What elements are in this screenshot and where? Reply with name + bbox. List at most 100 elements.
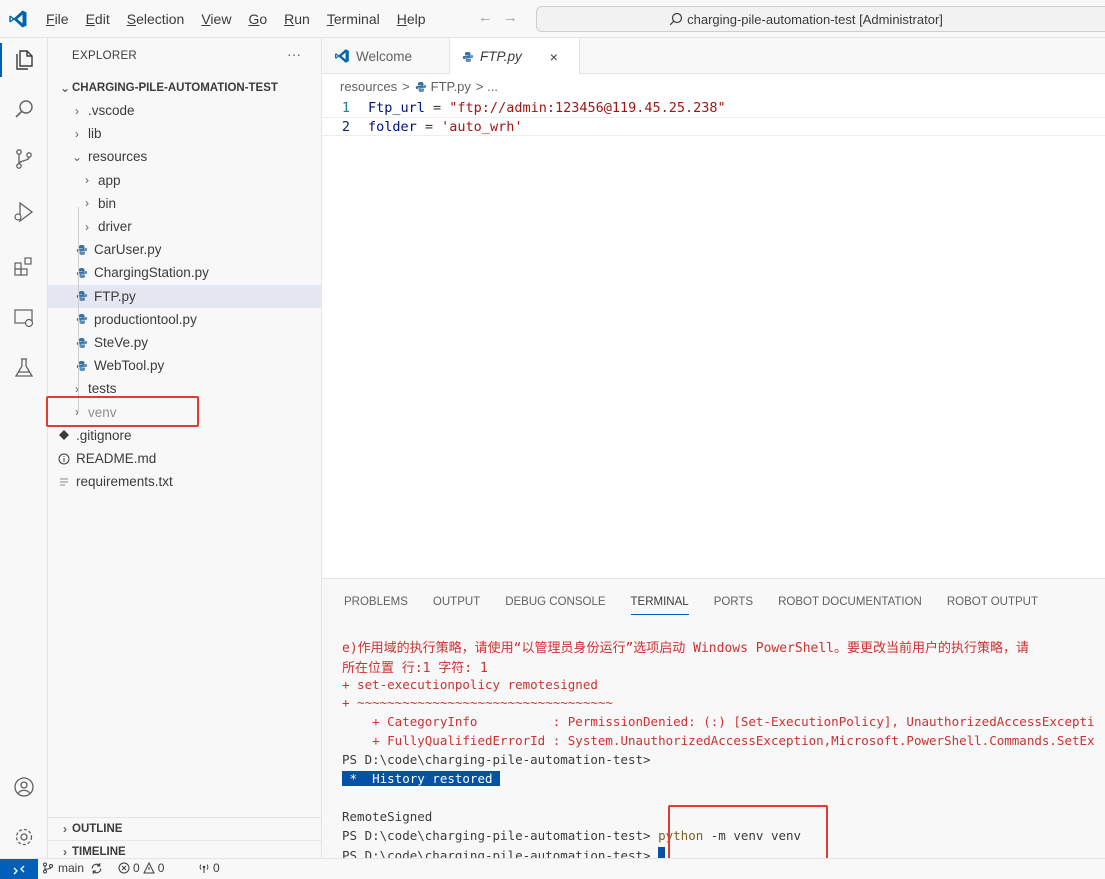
chevron-down-icon: ⌄ xyxy=(71,149,83,164)
menu-mnemonic: F xyxy=(46,11,55,27)
tree-item-label: resources xyxy=(88,149,148,165)
timeline-label: TIMELINE xyxy=(72,846,126,858)
chevron-right-icon: › xyxy=(75,381,79,396)
remote-explorer-icon[interactable] xyxy=(10,304,38,332)
tree-folder[interactable]: › app xyxy=(48,169,322,192)
workspace-root[interactable]: ⌄ CHARGING-PILE-AUTOMATION-TEST xyxy=(48,76,322,99)
warning-icon xyxy=(142,862,155,874)
manage-gear-icon[interactable] xyxy=(10,823,38,851)
search-view-icon[interactable] xyxy=(10,96,38,124)
menu-item[interactable]: Edit xyxy=(86,11,118,27)
menu-item[interactable]: View xyxy=(201,11,239,27)
branch-indicator[interactable]: main xyxy=(42,861,103,875)
tree-file[interactable]: WebTool.py xyxy=(48,354,322,377)
terminal-prompt-line: PS D:\code\charging-pile-automation-test… xyxy=(342,752,651,767)
tab-debug-console[interactable]: DEBUG CONSOLE xyxy=(505,596,605,615)
chevron-right-icon: › xyxy=(85,196,89,211)
accounts-icon[interactable] xyxy=(10,773,38,801)
ports-indicator[interactable]: 0 xyxy=(198,861,220,875)
python-file-icon xyxy=(415,81,426,92)
code-editor[interactable]: 1 Ftp_url = "ftp://admin:123456@119.45.2… xyxy=(322,98,1105,136)
tree-item-label: CarUser.py xyxy=(94,242,162,258)
run-debug-icon[interactable] xyxy=(10,198,38,226)
menu-label: iew xyxy=(210,11,232,27)
source-control-icon[interactable] xyxy=(10,145,38,173)
menu-mnemonic: T xyxy=(326,11,334,27)
tab-welcome[interactable]: Welcome xyxy=(322,38,450,74)
code-operator: = xyxy=(424,99,450,116)
panel-tabs: PROBLEMS OUTPUT DEBUG CONSOLE TERMINAL P… xyxy=(344,596,1063,615)
chevron-right-icon: › xyxy=(63,845,67,859)
chevron-right-icon: › xyxy=(75,103,79,118)
tree-item-label: productiontool.py xyxy=(94,311,197,327)
tab-terminal[interactable]: TERMINAL xyxy=(630,596,689,615)
extensions-icon[interactable] xyxy=(10,253,38,281)
menu-item[interactable]: Help xyxy=(397,11,434,27)
command-center-search[interactable]: charging-pile-automation-test [Administr… xyxy=(536,6,1105,32)
nav-arrows[interactable]: ←→ xyxy=(478,9,528,26)
outline-section[interactable]: › OUTLINE xyxy=(48,817,322,840)
tree-folder[interactable]: › lib xyxy=(48,122,322,145)
problems-indicator[interactable]: 0 0 xyxy=(118,861,164,875)
explorer-sidebar: EXPLORER ··· ⌄ CHARGING-PILE-AUTOMATION-… xyxy=(46,38,322,859)
menu-item[interactable]: Terminal xyxy=(327,11,388,27)
tree-folder[interactable]: › bin xyxy=(48,192,322,215)
breadcrumb-file[interactable]: FTP.py xyxy=(431,79,471,94)
tree-file[interactable]: productiontool.py xyxy=(48,308,322,331)
tab-robot-output[interactable]: ROBOT OUTPUT xyxy=(947,596,1038,615)
tree-folder[interactable]: ⌄ resources xyxy=(48,145,322,168)
menu-item[interactable]: Selection xyxy=(127,11,193,27)
chevron-right-icon: › xyxy=(85,219,89,234)
outline-label: OUTLINE xyxy=(72,823,123,835)
testing-icon[interactable] xyxy=(10,354,38,382)
tree-folder[interactable]: › .vscode xyxy=(48,99,322,122)
explorer-more-actions[interactable]: ··· xyxy=(287,46,301,62)
history-restored-badge: * History restored xyxy=(342,771,501,786)
chevron-down-icon: ⌄ xyxy=(59,80,71,95)
explorer-icon[interactable] xyxy=(10,46,38,74)
git-diamond-icon xyxy=(58,429,76,441)
vscode-logo-icon xyxy=(335,49,349,63)
tree-file[interactable]: FTP.py xyxy=(48,284,322,308)
remote-indicator[interactable] xyxy=(0,859,38,879)
terminal-error-line: 所在位置 行:1 字符: 1 xyxy=(342,661,488,676)
chevron-right-icon: › xyxy=(75,126,79,141)
sync-icon[interactable] xyxy=(90,862,103,875)
menu-label: election xyxy=(136,11,185,27)
terminal-error-line: e)作用域的执行策略，请使用“以管理员身份运行”选项启动 Windows Pow… xyxy=(342,641,1030,656)
tree-file[interactable]: CarUser.py xyxy=(48,238,322,261)
tree-folder[interactable]: › driver xyxy=(48,215,322,238)
tab-ports[interactable]: PORTS xyxy=(714,596,753,615)
menu-mnemonic: S xyxy=(126,11,137,27)
line-number: 2 xyxy=(341,118,350,135)
tree-file[interactable]: README.md xyxy=(48,447,322,470)
tree-file[interactable]: .gitignore xyxy=(48,424,322,447)
info-icon xyxy=(58,453,76,465)
warning-count: 0 xyxy=(157,861,165,875)
tab-ftp-py[interactable]: FTP.py × xyxy=(450,38,580,75)
menu-item[interactable]: File xyxy=(46,11,77,27)
tree-file[interactable]: requirements.txt xyxy=(48,470,322,493)
broadcast-icon xyxy=(199,864,209,873)
terminal-error-line: + ~~~~~~~~~~~~~~~~~~~~~~~~~~~~~~~~~~ xyxy=(342,695,613,710)
tab-robot-documentation[interactable]: ROBOT DOCUMENTATION xyxy=(778,596,922,615)
tree-item-label: driver xyxy=(98,219,132,234)
tree-item-label: README.md xyxy=(76,451,157,466)
tree-file[interactable]: SteVe.py xyxy=(48,331,322,354)
tab-output[interactable]: OUTPUT xyxy=(433,596,480,615)
tree-item-label: requirements.txt xyxy=(76,474,173,490)
code-line: 1 Ftp_url = "ftp://admin:123456@119.45.2… xyxy=(322,98,1105,117)
tree-item-label: .gitignore xyxy=(76,427,132,443)
menu-item[interactable]: Run xyxy=(284,11,318,27)
branch-icon xyxy=(43,862,53,874)
tab-problems[interactable]: PROBLEMS xyxy=(344,596,408,615)
breadcrumb-folder[interactable]: resources xyxy=(340,79,397,94)
close-icon[interactable]: × xyxy=(550,49,558,65)
python-file-icon xyxy=(462,51,474,62)
tree-file[interactable]: ChargingStation.py xyxy=(48,261,322,284)
tree-item-label: .vscode xyxy=(88,103,135,118)
menu-item[interactable]: Go xyxy=(248,11,275,27)
code-operator: = xyxy=(416,118,442,135)
tree-item-label: ChargingStation.py xyxy=(94,265,209,281)
breadcrumb-more[interactable]: > ... xyxy=(476,79,498,94)
